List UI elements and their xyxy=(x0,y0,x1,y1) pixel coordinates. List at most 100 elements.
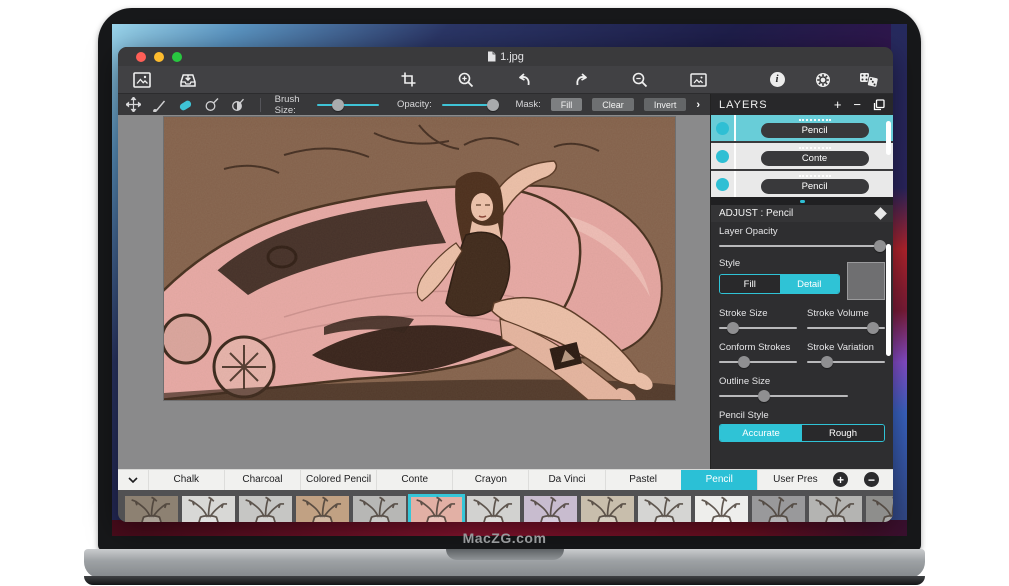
layer-visibility-dot[interactable] xyxy=(716,150,729,163)
tone-tool[interactable] xyxy=(230,97,246,113)
layer-row-pencil-2[interactable]: Pencil xyxy=(711,171,893,197)
brush-size-slider[interactable] xyxy=(317,99,379,111)
adjust-panel: Layer Opacity Style Fill Detail xyxy=(711,222,893,469)
stroke-size-thumb[interactable] xyxy=(727,322,739,334)
preset-pencil-14[interactable]: Pencil 14 xyxy=(865,496,893,523)
eraser-tool-selected[interactable] xyxy=(177,97,194,113)
randomize-button[interactable] xyxy=(859,70,879,90)
layer-drag-handle[interactable] xyxy=(799,175,831,177)
layers-scrollbar[interactable] xyxy=(886,121,891,155)
info-icon: i xyxy=(770,72,785,87)
preset-pencil-05[interactable]: Pencil 05 xyxy=(352,496,406,523)
layer-row-conte[interactable]: Conte xyxy=(711,143,893,169)
laptop-base xyxy=(84,549,925,578)
document-icon xyxy=(487,51,496,62)
preset-pencil-02[interactable]: Pencil 02 xyxy=(181,496,235,523)
zoom-in-button[interactable] xyxy=(456,70,476,90)
preset-pencil-01[interactable]: Pencil 01 xyxy=(124,496,178,523)
reset-adjust-icon[interactable] xyxy=(874,207,887,220)
image-icon xyxy=(133,72,151,88)
crop-button[interactable] xyxy=(398,70,418,90)
outline-size-thumb[interactable] xyxy=(758,390,770,402)
tab-user-presets[interactable]: User Pres xyxy=(757,470,833,490)
preset-pencil-07[interactable]: Pencil 07 xyxy=(466,496,520,523)
preset-pencil-11[interactable]: Pencil 11 xyxy=(694,496,748,523)
add-preset-button[interactable]: + xyxy=(833,472,848,487)
stroke-volume-slider[interactable] xyxy=(807,322,885,334)
preset-pencil-12[interactable]: Pencil 12 xyxy=(751,496,805,523)
conform-strokes-thumb[interactable] xyxy=(738,356,750,368)
canvas-image[interactable] xyxy=(164,117,675,400)
stroke-size-slider[interactable] xyxy=(719,322,797,334)
fit-view-button[interactable] xyxy=(688,70,708,90)
tab-colored-pencil[interactable]: Colored Pencil xyxy=(300,470,376,490)
save-icon xyxy=(179,72,197,88)
brush-size-thumb[interactable] xyxy=(332,99,344,111)
tab-pencil[interactable]: Pencil xyxy=(681,470,757,490)
conform-strokes-slider[interactable] xyxy=(719,356,797,368)
preset-pencil-09[interactable]: Pencil 09 xyxy=(580,496,634,523)
paintbrush-icon xyxy=(151,98,167,112)
open-image-button[interactable] xyxy=(132,70,152,90)
style-fill-option[interactable]: Fill xyxy=(720,275,780,293)
redo-button[interactable] xyxy=(572,70,592,90)
mask-fill-button[interactable]: Fill xyxy=(551,98,583,111)
tab-pastel[interactable]: Pastel xyxy=(605,470,681,490)
info-button[interactable]: i xyxy=(767,70,787,90)
preset-pencil-10[interactable]: Pencil 10 xyxy=(637,496,691,523)
mask-invert-button[interactable]: Invert xyxy=(644,98,687,111)
tab-conte[interactable]: Conte xyxy=(376,470,452,490)
preset-pencil-13[interactable]: Pencil 13 xyxy=(808,496,862,523)
preset-pencil-04[interactable]: Pencil 04 xyxy=(295,496,349,523)
duplicate-layer-icon[interactable] xyxy=(873,99,885,111)
outline-size-slider[interactable] xyxy=(719,390,848,402)
layer-name-pill[interactable]: Conte xyxy=(761,151,869,166)
layer-drag-handle[interactable] xyxy=(799,119,831,121)
zoom-out-button[interactable] xyxy=(630,70,650,90)
tab-crayon[interactable]: Crayon xyxy=(452,470,528,490)
smudge-icon xyxy=(204,97,220,112)
preset-pencil-06-selected[interactable]: Pencil 06 xyxy=(409,496,463,523)
smudge-tool[interactable] xyxy=(204,97,220,113)
tab-da-vinci[interactable]: Da Vinci xyxy=(528,470,604,490)
style-detail-option[interactable]: Detail xyxy=(780,275,840,293)
layer-opacity-slider[interactable] xyxy=(719,240,885,252)
fit-image-icon xyxy=(690,73,707,87)
color-swatch[interactable] xyxy=(847,262,885,300)
layer-visibility-dot[interactable] xyxy=(716,122,729,135)
tab-charcoal[interactable]: Charcoal xyxy=(224,470,300,490)
layer-name-pill[interactable]: Pencil xyxy=(761,179,869,194)
layer-drag-handle[interactable] xyxy=(799,147,831,149)
paint-tool[interactable] xyxy=(151,97,167,113)
mask-clear-button[interactable]: Clear xyxy=(592,98,634,111)
remove-layer-button[interactable]: − xyxy=(853,98,861,111)
collapse-presets-button[interactable] xyxy=(118,477,148,483)
save-export-button[interactable] xyxy=(178,70,198,90)
adjust-scrollbar[interactable] xyxy=(886,244,891,356)
category-tabs: Chalk Charcoal Colored Pencil Conte Cray… xyxy=(148,470,833,490)
stroke-variation-label: Stroke Variation xyxy=(807,342,885,353)
pencil-style-rough-option[interactable]: Rough xyxy=(802,425,884,441)
add-layer-button[interactable]: + xyxy=(834,98,842,111)
style-segmented-control: Fill Detail xyxy=(719,274,840,294)
remove-preset-button[interactable]: − xyxy=(864,472,879,487)
preset-pencil-03[interactable]: Pencil 03 xyxy=(238,496,292,523)
layer-visibility-dot[interactable] xyxy=(716,178,729,191)
layer-row-pencil[interactable]: Pencil xyxy=(711,115,893,141)
preset-pencil-08[interactable]: Pencil 08 xyxy=(523,496,577,523)
expand-chevron[interactable]: › xyxy=(696,99,702,111)
move-tool[interactable] xyxy=(126,97,141,113)
layers-title: LAYERS xyxy=(719,99,768,111)
pencil-style-accurate-option[interactable]: Accurate xyxy=(720,425,802,441)
stroke-volume-thumb[interactable] xyxy=(867,322,879,334)
tab-chalk[interactable]: Chalk xyxy=(148,470,224,490)
stroke-variation-thumb[interactable] xyxy=(821,356,833,368)
layer-name-pill[interactable]: Pencil xyxy=(761,123,869,138)
layer-opacity-thumb[interactable] xyxy=(874,240,886,252)
opacity-slider[interactable] xyxy=(442,99,500,111)
undo-button[interactable] xyxy=(514,70,534,90)
preset-strip: Pencil 01 Pencil 02 Pencil 03 Pencil 04 … xyxy=(118,490,893,523)
stroke-variation-slider[interactable] xyxy=(807,356,885,368)
settings-button[interactable] xyxy=(813,70,833,90)
opacity-thumb[interactable] xyxy=(487,99,499,111)
